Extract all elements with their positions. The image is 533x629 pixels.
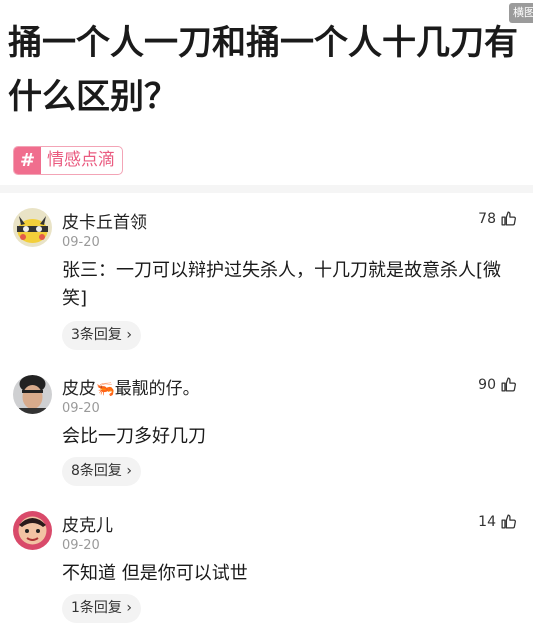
like-button[interactable]: 90 bbox=[478, 376, 517, 393]
replies-label: 8条回复 bbox=[71, 463, 122, 479]
chevron-right-icon: › bbox=[126, 463, 132, 479]
section-divider bbox=[0, 185, 533, 193]
hash-icon: # bbox=[14, 147, 41, 174]
username[interactable]: 皮克儿 bbox=[62, 511, 113, 536]
thumbs-up-icon bbox=[501, 514, 516, 529]
comment-text: 会比一刀多好几刀 bbox=[62, 426, 206, 447]
shrimp-emoji-icon: 🦐 bbox=[96, 380, 115, 398]
thumbs-up-icon bbox=[501, 377, 516, 392]
like-button[interactable]: 78 bbox=[478, 210, 517, 227]
username-suffix: 最靓的仔。 bbox=[114, 379, 200, 399]
username[interactable]: 皮皮🦐最靓的仔。 bbox=[62, 374, 200, 399]
avatar[interactable] bbox=[13, 511, 52, 550]
replies-button[interactable]: 1条回复 › bbox=[62, 594, 141, 623]
like-count: 90 bbox=[478, 376, 496, 393]
topic-tag[interactable]: # 情感点滴 bbox=[13, 146, 123, 175]
username[interactable]: 皮卡丘首领 bbox=[62, 208, 147, 233]
comment-date: 09-20 bbox=[62, 538, 100, 553]
avatar[interactable] bbox=[13, 208, 52, 247]
avatar[interactable] bbox=[13, 375, 52, 414]
replies-button[interactable]: 8条回复 › bbox=[62, 457, 141, 486]
chevron-right-icon: › bbox=[126, 327, 132, 343]
comment-text: 张三：一刀可以辩护过失杀人，十几刀就是故意杀人[微笑] bbox=[62, 260, 502, 309]
comment-date: 09-20 bbox=[62, 235, 100, 250]
comment-text: 不知道 但是你可以试世 bbox=[62, 563, 248, 584]
replies-button[interactable]: 3条回复 › bbox=[62, 321, 141, 350]
like-button[interactable]: 14 bbox=[478, 513, 517, 530]
topic-label: 情感点滴 bbox=[47, 150, 115, 170]
username-text: 皮皮 bbox=[62, 379, 96, 399]
comment-date: 09-20 bbox=[62, 401, 100, 416]
replies-label: 3条回复 bbox=[71, 327, 122, 343]
replies-label: 1条回复 bbox=[71, 600, 122, 616]
chevron-right-icon: › bbox=[126, 600, 132, 616]
question-title: 捅一个人一刀和捅一个人十几刀有什么区别？ bbox=[8, 23, 518, 117]
thumbs-up-icon bbox=[501, 211, 516, 226]
like-count: 14 bbox=[478, 513, 496, 530]
like-count: 78 bbox=[478, 210, 496, 227]
